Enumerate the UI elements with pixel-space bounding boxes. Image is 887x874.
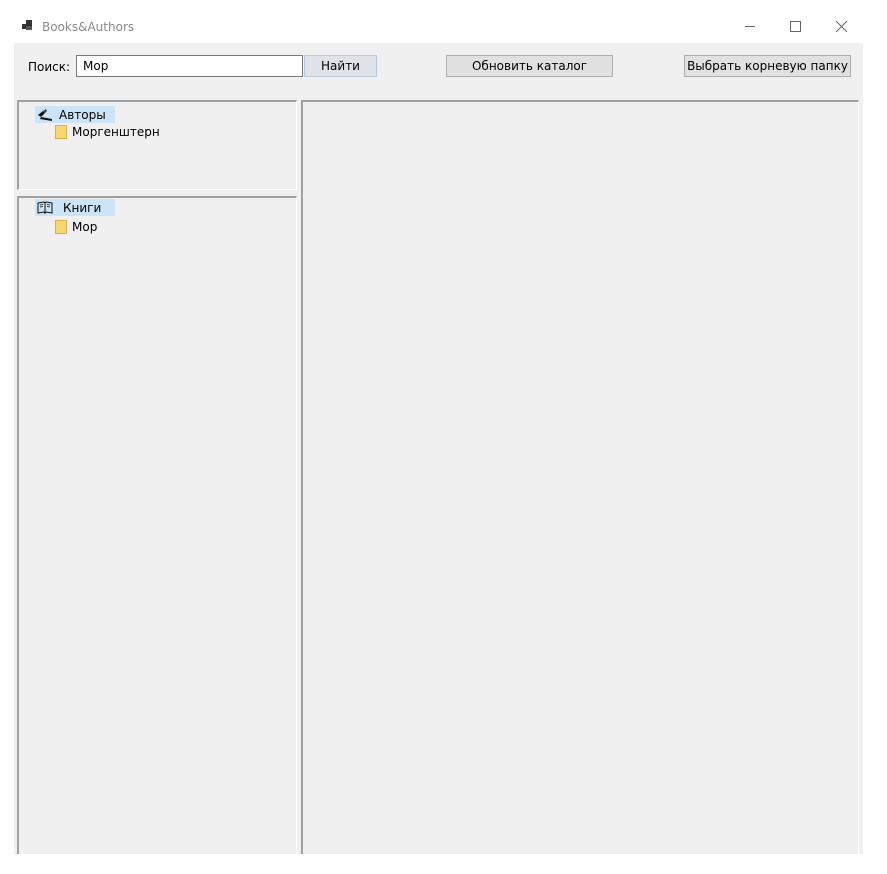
- tree-node-label: Книги: [63, 200, 102, 215]
- choose-root-folder-button[interactable]: Выбрать корневую папку: [684, 55, 851, 77]
- app-icon: [22, 20, 32, 30]
- folder-icon: [55, 219, 67, 234]
- client-area: Поиск: Найти Обновить каталог Выбрать ко…: [14, 43, 863, 854]
- tree-node-book-item[interactable]: Мор: [55, 218, 97, 235]
- search-label: Поиск:: [28, 60, 71, 74]
- quill-icon: [38, 108, 52, 121]
- tree-node-books[interactable]: Книги: [35, 199, 115, 216]
- tree-node-label: Моргенштерн: [72, 124, 160, 139]
- authors-tree[interactable]: Авторы Моргенштерн: [17, 100, 297, 190]
- maximize-icon: [789, 20, 801, 32]
- title-bar[interactable]: Books&Authors: [12, 8, 865, 44]
- window-title: Books&Authors: [42, 20, 135, 34]
- minimize-button[interactable]: [727, 8, 773, 44]
- detail-panel: [301, 100, 859, 854]
- minimize-icon: [745, 26, 755, 27]
- maximize-button[interactable]: [772, 8, 818, 44]
- tree-node-author-item[interactable]: Моргенштерн: [55, 123, 160, 140]
- book-icon: [37, 201, 53, 214]
- search-input[interactable]: [76, 55, 303, 77]
- close-button[interactable]: [818, 8, 864, 44]
- folder-icon: [55, 124, 67, 139]
- app-window: Books&Authors Поиск: Найти Обновить ката…: [12, 8, 865, 856]
- tree-node-label: Авторы: [59, 107, 106, 122]
- tree-node-label: Мор: [72, 219, 98, 234]
- refresh-catalog-button[interactable]: Обновить каталог: [446, 55, 613, 77]
- close-icon: [835, 20, 847, 32]
- books-tree[interactable]: Книги Мор: [17, 196, 297, 854]
- find-button[interactable]: Найти: [304, 55, 377, 77]
- tree-node-authors[interactable]: Авторы: [35, 106, 115, 123]
